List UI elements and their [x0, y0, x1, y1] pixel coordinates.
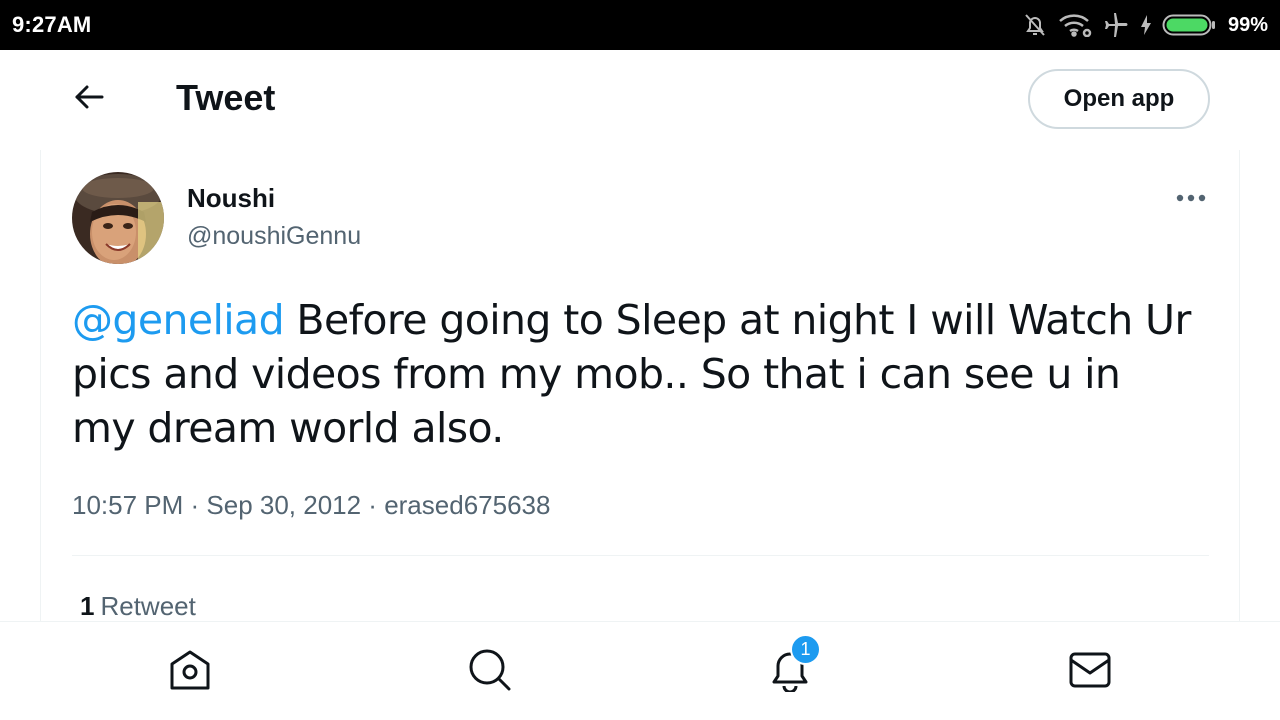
more-options-button[interactable]	[1169, 180, 1213, 216]
notification-badge: 1	[790, 634, 821, 665]
tweet-card: Noushi @noushiGennu @geneliad Before goi…	[40, 150, 1240, 622]
status-time: 9:27AM	[12, 12, 92, 37]
avatar[interactable]	[72, 172, 164, 264]
battery-icon	[1162, 12, 1216, 38]
status-icons: 99%	[1022, 12, 1268, 38]
bell-off-icon	[1022, 12, 1048, 38]
page-title: Tweet	[176, 77, 276, 118]
charging-icon	[1140, 14, 1152, 36]
arrow-left-icon	[73, 83, 105, 116]
retweet-count: 1	[80, 591, 95, 621]
retweet-stats[interactable]: 1 Retweet	[80, 591, 196, 622]
tweet-text: @geneliad Before going to Sleep at night…	[72, 293, 1192, 455]
home-icon	[168, 648, 212, 697]
more-horizontal-icon	[1176, 189, 1206, 207]
nav-search-button[interactable]	[466, 648, 514, 696]
tweet-timestamp[interactable]: 10:57 PM · Sep 30, 2012 · erased675638	[72, 490, 550, 521]
airplane-icon	[1102, 12, 1130, 38]
nav-notifications-button[interactable]: 1	[766, 634, 821, 696]
status-bar: 9:27AM 99%	[0, 0, 1280, 50]
open-app-button[interactable]: Open app	[1028, 69, 1210, 129]
display-name[interactable]: Noushi	[187, 183, 275, 214]
battery-percentage: 99%	[1227, 13, 1268, 36]
messages-icon	[1068, 648, 1112, 697]
mention-link[interactable]: @geneliad	[72, 296, 285, 344]
nav-home-button[interactable]	[166, 648, 214, 696]
header: Tweet Open app	[0, 50, 1280, 148]
retweet-label: Retweet	[100, 591, 196, 621]
nav-messages-button[interactable]	[1066, 648, 1114, 696]
bottom-nav: 1	[0, 621, 1280, 720]
back-button[interactable]	[66, 76, 112, 122]
wifi-icon	[1058, 13, 1092, 37]
username[interactable]: @noushiGennu	[187, 222, 361, 251]
search-icon	[468, 648, 512, 697]
divider	[72, 555, 1209, 556]
